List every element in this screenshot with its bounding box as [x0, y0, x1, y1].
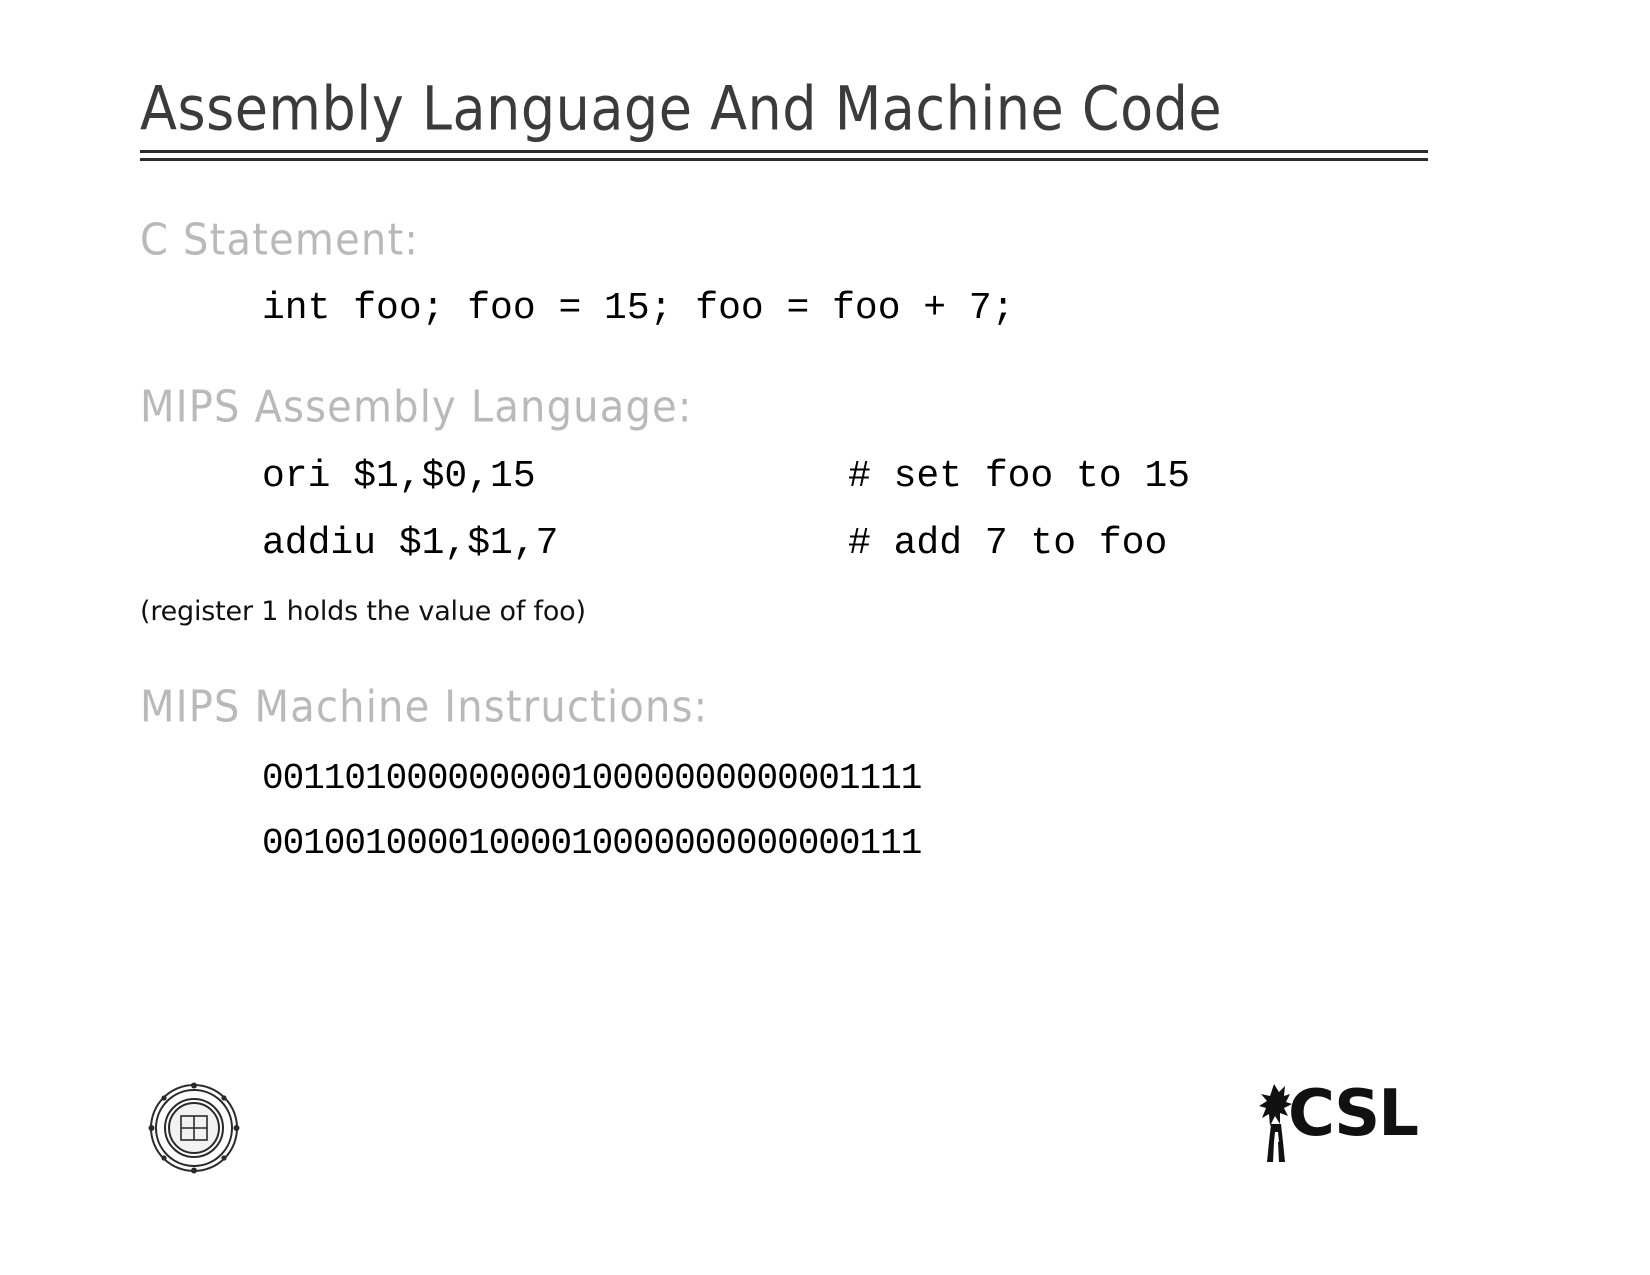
- assembly-instruction-code-1: ori $1,$0,15: [262, 455, 536, 498]
- heading-c-statement: C Statement:: [140, 215, 420, 266]
- slide-canvas: Assembly Language And Machine Code C Sta…: [0, 0, 1650, 1275]
- assembly-instruction-comment-2: # add 7 to foo: [848, 522, 1168, 565]
- title-divider: [140, 150, 1428, 161]
- machine-instruction-bits-2: 00100100001000010000000000000111: [262, 823, 922, 864]
- title-rule-top: [140, 150, 1428, 153]
- heading-mips-assembly: MIPS Assembly Language:: [140, 382, 693, 433]
- title-rule-bottom: [140, 158, 1428, 161]
- assembly-instruction-comment-1: # set foo to 15: [848, 455, 1191, 498]
- university-seal-icon: [148, 1082, 240, 1174]
- machine-instruction-bits-1: 00110100000000010000000000001111: [262, 758, 922, 799]
- title-block: Assembly Language And Machine Code: [140, 77, 1520, 161]
- csl-logo: CSL: [1258, 1080, 1438, 1166]
- university-seal: [148, 1082, 240, 1174]
- page-title: Assembly Language And Machine Code: [140, 73, 1223, 145]
- heading-mips-machine: MIPS Machine Instructions:: [140, 682, 709, 733]
- c-statement-code: int foo; foo = 15; foo = foo + 7;: [262, 287, 1015, 330]
- assembly-instruction-code-2: addiu $1,$1,7: [262, 522, 559, 565]
- register-note: (register 1 holds the value of foo): [140, 596, 586, 627]
- csl-wordmark: CSL: [1288, 1077, 1419, 1151]
